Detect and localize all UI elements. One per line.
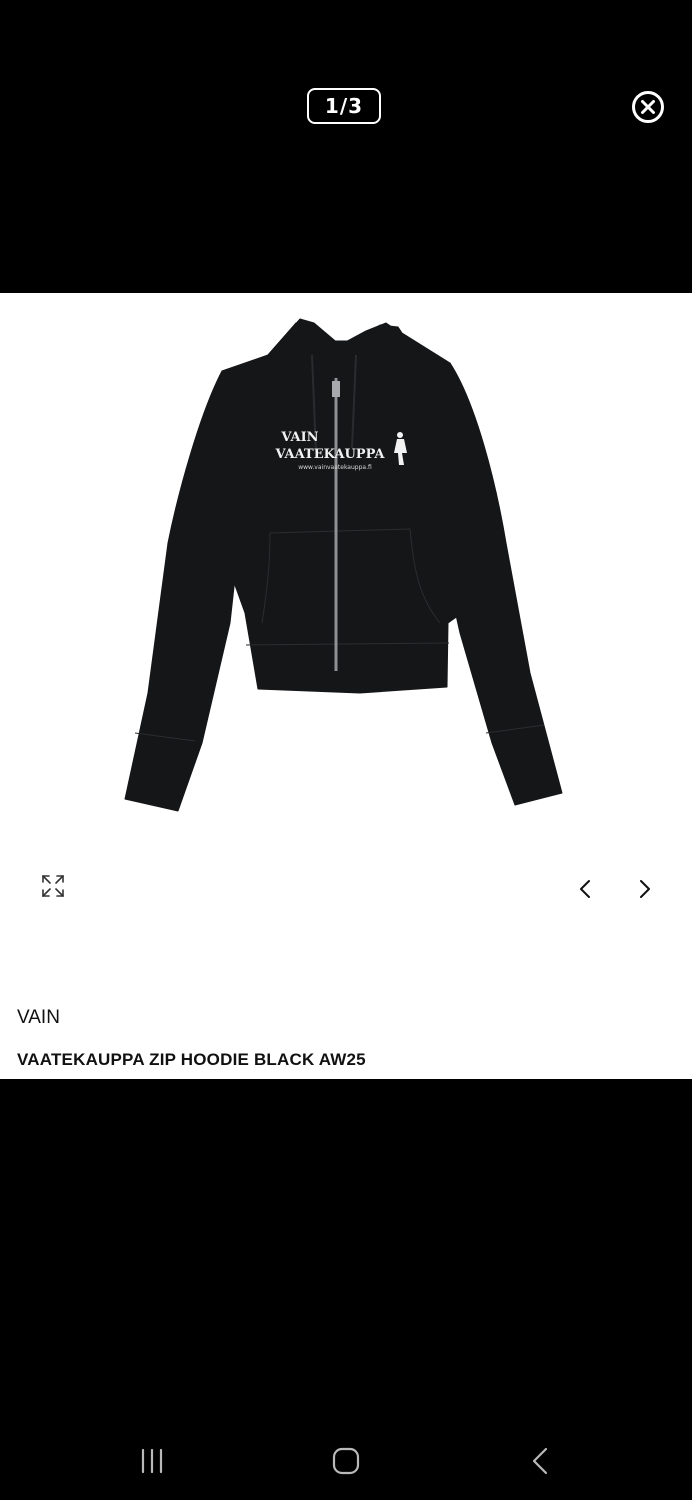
product-panel: VAIN VAATEKAUPPA www.vainvaatekauppa.fi … — [0, 293, 692, 1079]
print-line-2: VAATEKAUPPA — [274, 447, 385, 462]
home-icon[interactable] — [332, 1446, 360, 1476]
product-image[interactable]: VAIN VAATEKAUPPA www.vainvaatekauppa.fi — [0, 293, 692, 833]
product-brand: VAIN — [17, 1007, 60, 1028]
print-line-3: www.vainvaatekauppa.fi — [298, 464, 372, 471]
chevron-right-icon[interactable] — [632, 877, 656, 901]
image-counter: 1/3 — [307, 88, 381, 124]
chevron-left-icon[interactable] — [574, 877, 598, 901]
back-icon[interactable] — [528, 1446, 552, 1476]
product-title: VAATEKAUPPA ZIP HOODIE BLACK AW25 — [17, 1050, 366, 1069]
print-line-1: VAIN — [280, 430, 318, 445]
close-icon[interactable] — [631, 90, 665, 124]
expand-icon[interactable] — [40, 873, 66, 899]
recent-apps-icon[interactable] — [138, 1447, 166, 1475]
